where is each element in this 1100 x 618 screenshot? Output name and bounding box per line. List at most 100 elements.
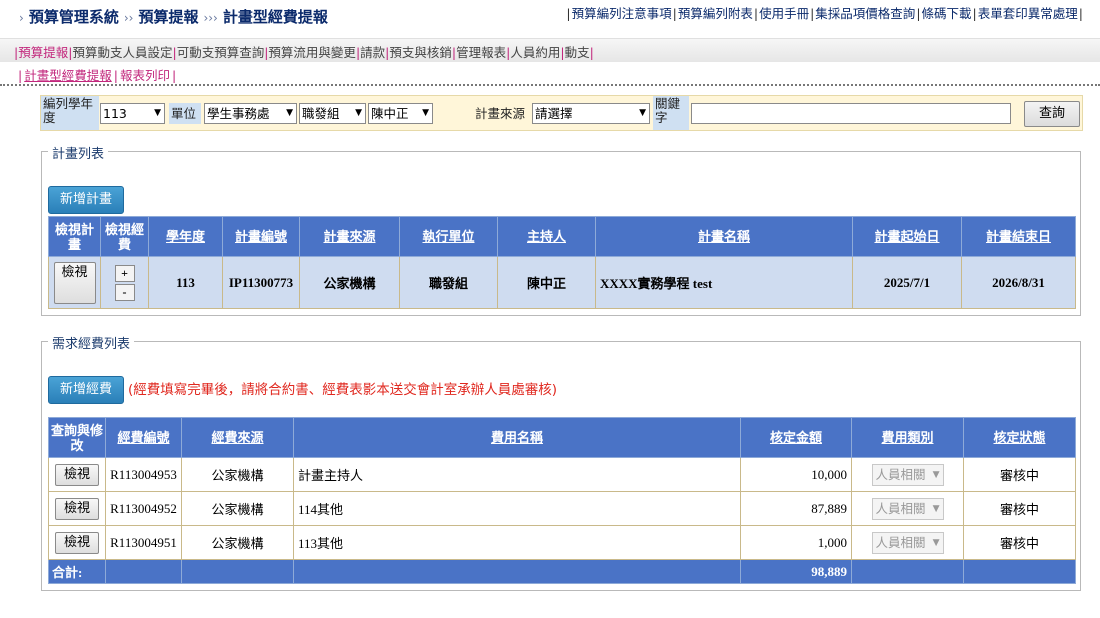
view-plan-button[interactable]: 檢視 bbox=[53, 261, 96, 304]
submenu-report-print[interactable]: 報表列印 bbox=[120, 68, 170, 83]
year-label: 編列學年度 bbox=[41, 96, 99, 130]
menu-expenditure[interactable]: 動支 bbox=[565, 45, 590, 60]
table-row: 檢視 R113004952 公家機構 114其他 87,889 人員相關 ▼ 審核… bbox=[48, 491, 1076, 526]
col-query-modify: 查詢與修改 bbox=[48, 417, 106, 458]
main-menu: |預算提報|預算動支人員設定|可動支預算查詢|預算流用與變更|請款|預支與核銷|… bbox=[0, 38, 1100, 62]
link-barcode-download[interactable]: 條碼下載 bbox=[922, 6, 972, 21]
source-select[interactable]: 請選擇 ▼ bbox=[532, 103, 650, 124]
cell-unit: 職發組 bbox=[399, 256, 498, 309]
menu-budget-transfer[interactable]: 預算流用與變更 bbox=[268, 45, 356, 60]
expand-plus-button[interactable]: + bbox=[114, 264, 135, 282]
cell-expense-source: 公家機構 bbox=[181, 457, 294, 492]
menu-reports[interactable]: 管理報表 bbox=[456, 45, 506, 60]
expense-table: 查詢與修改 經費編號 經費來源 費用名稱 核定金額 費用類別 核定狀態 檢視 R… bbox=[48, 417, 1076, 584]
table-row: 檢視 R113004951 公家機構 113其他 1,000 人員相關 ▼ 審核中 bbox=[48, 525, 1076, 560]
category-select: 人員相關 ▼ bbox=[871, 531, 944, 554]
col-expense-category[interactable]: 費用類別 bbox=[851, 417, 964, 458]
chevron-down-icon: ▼ bbox=[932, 503, 940, 514]
col-approved-amount[interactable]: 核定金額 bbox=[740, 417, 852, 458]
cell-approved-amount: 87,889 bbox=[740, 491, 852, 526]
link-notes[interactable]: 預算編列注意事項 bbox=[572, 6, 672, 21]
breadcrumb-item[interactable]: 預算提報 bbox=[138, 8, 198, 26]
chevron-down-icon: ▼ bbox=[286, 108, 293, 118]
year-select[interactable]: 113 ▼ bbox=[100, 103, 165, 124]
cell-expense-name: 計畫主持人 bbox=[293, 457, 741, 492]
menu-staff-settings[interactable]: 預算動支人員設定 bbox=[72, 45, 172, 60]
cell-approval-status: 審核中 bbox=[963, 457, 1076, 492]
col-plan-name[interactable]: 計畫名稱 bbox=[595, 216, 853, 257]
top-bar: › 預算管理系統 ›› 預算提報 ››› 計畫型經費提報 |預算編列注意事項|預算編列附表… bbox=[0, 0, 1100, 38]
cell-expense-source: 公家機構 bbox=[181, 525, 294, 560]
cell-expense-source: 公家機構 bbox=[181, 491, 294, 526]
expense-table-header: 查詢與修改 經費編號 經費來源 費用名稱 核定金額 費用類別 核定狀態 bbox=[48, 417, 1076, 458]
menu-payment-request[interactable]: 請款 bbox=[360, 45, 385, 60]
keyword-input[interactable] bbox=[691, 103, 1011, 124]
table-row: 檢視 + - 113 IP11300773 公家機構 職發組 陳中正 XXXX實… bbox=[48, 256, 1076, 309]
table-row: 檢視 R113004953 公家機構 計畫主持人 10,000 人員相關 ▼ 審核… bbox=[48, 457, 1076, 492]
collapse-minus-button[interactable]: - bbox=[114, 283, 135, 301]
cell-start-date: 2025/7/1 bbox=[852, 256, 962, 309]
menu-available-budget[interactable]: 可動支預算查詢 bbox=[177, 45, 265, 60]
expense-list-legend: 需求經費列表 bbox=[48, 333, 135, 352]
unit-select[interactable]: 學生事務處 ▼ bbox=[204, 103, 297, 124]
col-start-date[interactable]: 計畫起始日 bbox=[852, 216, 962, 257]
view-expense-button[interactable]: 檢視 bbox=[55, 463, 99, 486]
col-expense-source[interactable]: 經費來源 bbox=[181, 417, 294, 458]
col-approval-status[interactable]: 核定狀態 bbox=[963, 417, 1076, 458]
menu-personnel[interactable]: 人員約用 bbox=[510, 45, 560, 60]
link-appendix[interactable]: 預算編列附表 bbox=[678, 6, 753, 21]
chevron-down-icon: ▼ bbox=[355, 108, 362, 118]
divider bbox=[0, 84, 1100, 86]
menu-advance[interactable]: 預支與核銷 bbox=[389, 45, 452, 60]
cell-plan-name: XXXX實務學程 test bbox=[595, 256, 853, 309]
cell-expense-name: 113其他 bbox=[293, 525, 741, 560]
col-host[interactable]: 主持人 bbox=[497, 216, 596, 257]
plan-table: 檢視計畫 檢視經費 學年度 計畫編號 計畫來源 執行單位 主持人 計畫名稱 計畫… bbox=[48, 216, 1076, 309]
breadcrumb-arrow-icon: › bbox=[19, 11, 24, 25]
chevron-down-icon: ▼ bbox=[154, 108, 161, 118]
cell-expense-no: R113004953 bbox=[105, 457, 182, 492]
cell-year: 113 bbox=[148, 256, 223, 309]
category-select: 人員相關 ▼ bbox=[871, 497, 944, 520]
person-select[interactable]: 陳中正 ▼ bbox=[368, 103, 433, 124]
col-plan-no[interactable]: 計畫編號 bbox=[222, 216, 300, 257]
sub-menu: | 計畫型經費提報 | 報表列印 | bbox=[18, 68, 177, 83]
col-expense-no[interactable]: 經費編號 bbox=[105, 417, 182, 458]
cell-approval-status: 審核中 bbox=[963, 525, 1076, 560]
add-plan-button[interactable]: 新增計畫 bbox=[48, 186, 124, 214]
category-select: 人員相關 ▼ bbox=[871, 463, 944, 486]
link-manual[interactable]: 使用手冊 bbox=[759, 6, 809, 21]
col-source[interactable]: 計畫來源 bbox=[299, 216, 400, 257]
breadcrumb-arrow-icon: ››› bbox=[203, 11, 218, 25]
view-expense-button[interactable]: 檢視 bbox=[55, 497, 99, 520]
group-select[interactable]: 職發組 ▼ bbox=[299, 103, 366, 124]
breadcrumb: › 預算管理系統 ›› 預算提報 ››› 計畫型經費提報 bbox=[14, 6, 328, 27]
total-amount: 98,889 bbox=[740, 559, 852, 584]
col-unit[interactable]: 執行單位 bbox=[399, 216, 498, 257]
menu-budget-report[interactable]: 預算提報 bbox=[18, 45, 68, 60]
chevron-down-icon: ▼ bbox=[422, 108, 429, 118]
breadcrumb-item[interactable]: 預算管理系統 bbox=[29, 8, 119, 26]
cell-expense-no: R113004952 bbox=[105, 491, 182, 526]
col-expense-name[interactable]: 費用名稱 bbox=[293, 417, 741, 458]
col-end-date[interactable]: 計畫結束日 bbox=[961, 216, 1076, 257]
add-expense-button[interactable]: 新增經費 bbox=[48, 376, 124, 404]
col-view-plan: 檢視計畫 bbox=[48, 216, 101, 257]
cell-host: 陳中正 bbox=[497, 256, 596, 309]
link-price-query[interactable]: 集採品項價格查詢 bbox=[815, 6, 915, 21]
source-label: 計畫來源 bbox=[475, 106, 526, 121]
col-year[interactable]: 學年度 bbox=[148, 216, 223, 257]
filter-bar: 編列學年度 113 ▼ 單位 學生事務處 ▼ 職發組 ▼ 陳中正 ▼ 計畫來源 請選擇 ▼… bbox=[40, 95, 1083, 131]
breadcrumb-arrow-icon: ›› bbox=[123, 11, 134, 25]
notice-text: (經費填寫完畢後，請將合約書、經費表影本送交會計室承辦人員處審核) bbox=[128, 382, 558, 398]
cell-expense-no: R113004951 bbox=[105, 525, 182, 560]
chevron-down-icon: ▼ bbox=[932, 537, 940, 548]
unit-label: 單位 bbox=[169, 103, 201, 124]
link-form-print-error[interactable]: 表單套印異常處理 bbox=[978, 6, 1078, 21]
total-label: 合計: bbox=[48, 559, 106, 584]
submenu-plan-budget[interactable]: 計畫型經費提報 bbox=[24, 68, 112, 83]
view-expense-button[interactable]: 檢視 bbox=[55, 531, 99, 554]
chevron-down-icon: ▼ bbox=[639, 108, 646, 118]
search-button[interactable]: 查詢 bbox=[1024, 101, 1080, 127]
cell-approved-amount: 10,000 bbox=[740, 457, 852, 492]
